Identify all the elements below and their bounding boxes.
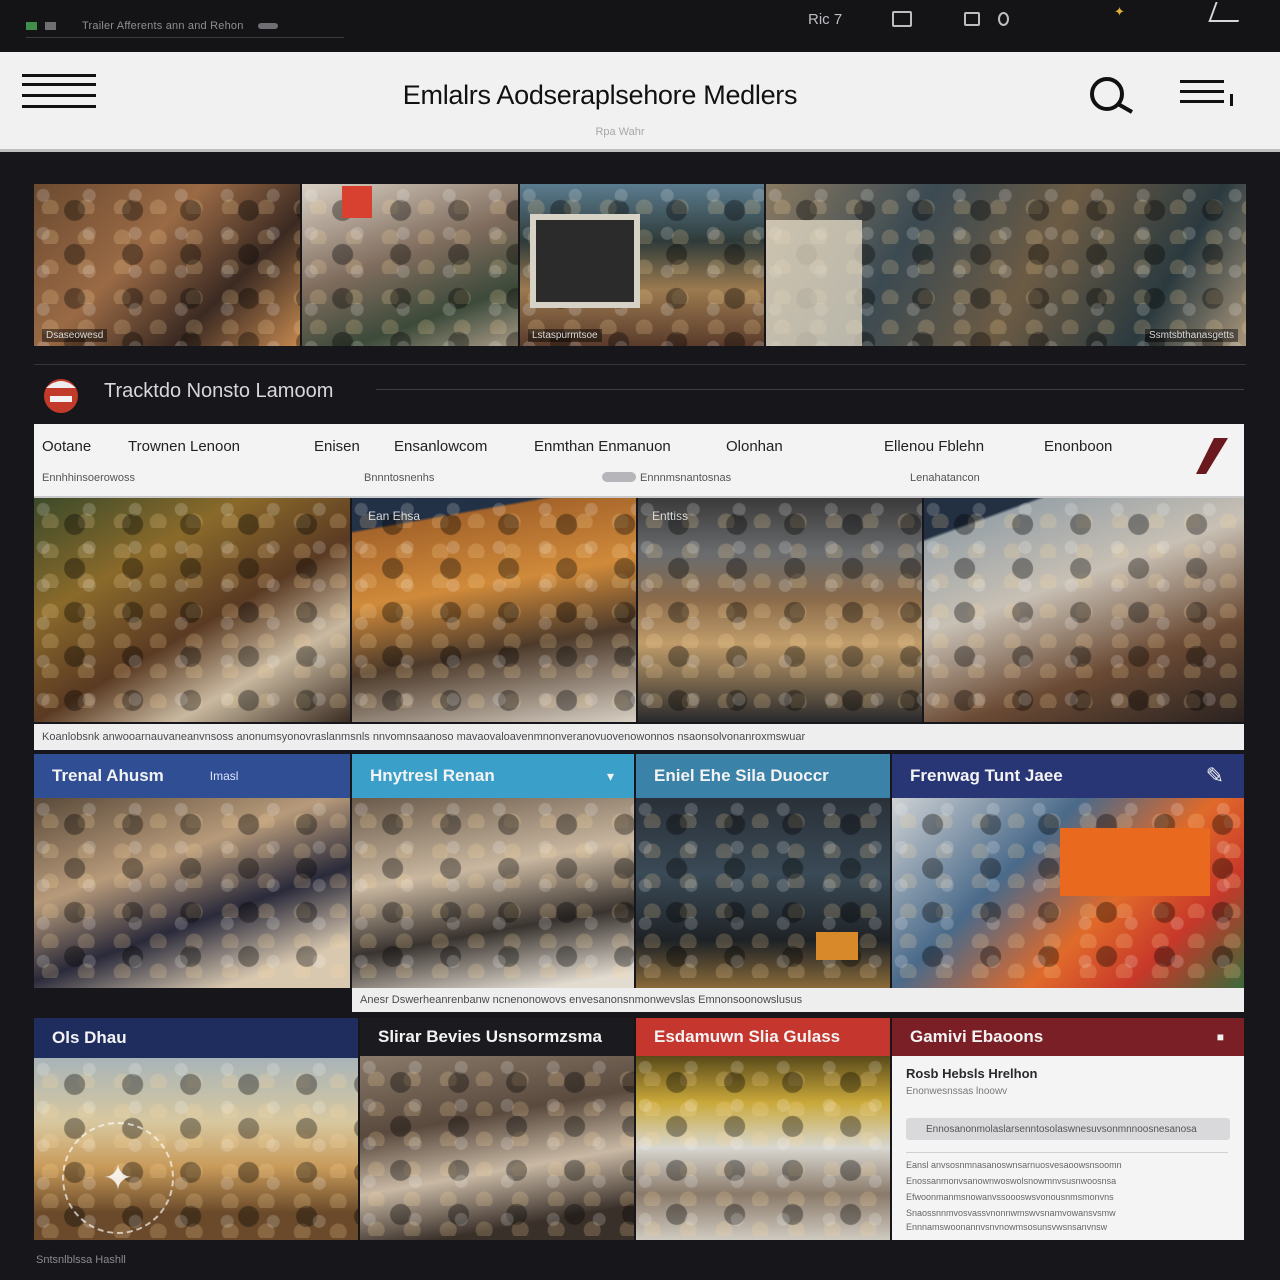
hero-gallery: Dsaseowesd Lstaspurmtsoe Ssmtsbthanasget… — [34, 184, 1246, 346]
watermark-sparkle-icon: ✦ — [62, 1122, 174, 1234]
status-bar: Trailer Afferents ann and Rehon Ric 7 ✦ — [0, 0, 1280, 52]
wifi-icon — [45, 21, 56, 30]
caption-strip: Anesr Dswerheanrenbanw ncnenonowovs enve… — [352, 988, 1244, 1012]
hero-photo-stalls[interactable] — [302, 184, 518, 346]
hero-caption: Ssmtsbthanasgetts — [1144, 329, 1238, 342]
status-left: Trailer Afferents ann and Rehon — [26, 14, 344, 38]
section-title: Tracktdo Nonsto Lamoom — [104, 380, 334, 402]
photo-label: Enttiss — [652, 509, 689, 523]
article-row: Ennnamswoonannvsnvnowmsosunsvwsnsanvnsw — [906, 1222, 1108, 1232]
site-subtitle: Rpa Wahr — [595, 126, 645, 138]
category-header[interactable]: Frenwag Tunt Jaee ✎ — [892, 754, 1244, 798]
article-row: Efwoonmanmsnowanvssoooswsvonousnmsmonvns — [906, 1192, 1114, 1202]
article-row: Snaossnnmvosvassvnonnwmswvsnamvowansvsmw — [906, 1208, 1116, 1218]
filter-tab[interactable]: Ootane — [42, 438, 91, 455]
category-header[interactable]: Ols Dhau — [34, 1018, 358, 1058]
photo-card[interactable] — [34, 798, 350, 988]
edit-icon[interactable] — [1192, 436, 1232, 476]
filter-tab[interactable]: Olonhan — [726, 438, 783, 455]
photo-card[interactable]: Ean Ehsa — [352, 498, 636, 722]
photo-card[interactable] — [892, 798, 1244, 988]
category-header[interactable]: Trenal Ahusm Imasl — [34, 754, 350, 798]
article-card[interactable]: Rosb Hebsls Hrelhon Enonwesnssas lnoowv … — [892, 1056, 1244, 1240]
list-view-icon[interactable] — [1180, 80, 1236, 110]
hero-photo-market[interactable]: Dsaseowesd — [34, 184, 300, 346]
photo-card[interactable] — [360, 1056, 634, 1240]
photo-card[interactable] — [636, 1056, 890, 1240]
article-title[interactable]: Rosb Hebsls Hrelhon — [906, 1066, 1037, 1081]
bookmark-icon[interactable]: ■ — [1217, 1030, 1224, 1044]
divider — [34, 364, 1246, 365]
category-title: Esdamuwn Slia Gulass — [654, 1027, 841, 1046]
divider — [906, 1152, 1228, 1153]
mail-icon[interactable] — [892, 11, 912, 27]
chevron-down-icon[interactable]: ▾ — [607, 768, 614, 785]
article-meta: Enonwesnssas lnoowv — [906, 1086, 1008, 1097]
filter-bar: Ootane Trownen Lenoon Enisen Ensanlowcom… — [34, 424, 1244, 498]
filter-tab[interactable]: Ellenou Fblehn — [884, 438, 984, 455]
corner-signal-icon — [1208, 2, 1246, 22]
category-header[interactable]: Slirar Bevies Usnsormzsma — [360, 1018, 634, 1056]
footer-credit: Sntsnlblssa Hashll — [36, 1254, 126, 1266]
toggle-slider[interactable] — [602, 472, 636, 482]
category-title: Trenal Ahusm — [52, 766, 164, 785]
photo-card[interactable] — [924, 498, 1244, 722]
hero-photo-crowd[interactable]: Ssmtsbthanasgetts — [766, 184, 1246, 346]
search-icon[interactable] — [1088, 74, 1140, 116]
caption-strip: Koanlobsnk anwooarnauvaneanvnsoss anonum… — [34, 724, 1244, 750]
hero-photo-shop[interactable]: Lstaspurmtsoe — [520, 184, 764, 346]
filter-tab[interactable]: Enonboon — [1044, 438, 1112, 455]
filter-sub: Bnnntosnenhs — [364, 472, 435, 484]
category-title: Ols Dhau — [52, 1028, 127, 1047]
category-header[interactable]: Hnytresl Renan ▾ — [352, 754, 634, 798]
category-header[interactable]: Esdamuwn Slia Gulass — [636, 1018, 890, 1056]
article-row: Enossanmonvsanownwoswolsnowmnvsusnwoosns… — [906, 1176, 1117, 1186]
filter-tab[interactable]: Enisen — [314, 438, 360, 455]
filter-sub: Ennhhinsoerowoss — [42, 472, 135, 484]
edit-icon[interactable]: ✎ — [1206, 763, 1224, 789]
sparkle-icon: ✦ — [1114, 4, 1125, 19]
signal-icon — [26, 21, 37, 30]
filter-tab[interactable]: Ensanlowcom — [394, 438, 487, 455]
category-tag: Imasl — [209, 769, 239, 783]
category-title: Eniel Ehe Sila Duoccr — [654, 766, 829, 785]
category-title: Gamivi Ebaoons — [910, 1027, 1044, 1046]
status-text: Trailer Afferents ann and Rehon — [82, 19, 244, 32]
photo-card[interactable]: Enttiss — [638, 498, 922, 722]
article-row: Eansl anvsosnmnasanoswnsarnuosvesaoowsns… — [906, 1160, 1122, 1170]
section-logo-icon — [44, 379, 78, 413]
photo-card[interactable] — [352, 798, 634, 1012]
site-title[interactable]: Emlalrs Aodseraplsehore Medlers — [340, 80, 860, 111]
filter-sub: Lenahatancon — [910, 472, 980, 484]
divider — [376, 389, 1244, 390]
category-header[interactable]: Gamivi Ebaoons ■ — [892, 1018, 1244, 1056]
category-title: Frenwag Tunt Jaee — [910, 766, 1063, 785]
article-input[interactable]: Ennosanonmolaslarsenntosolaswnesuvsonmnn… — [906, 1118, 1230, 1140]
hero-caption: Lstaspurmtsoe — [528, 329, 602, 342]
hero-caption: Dsaseowesd — [42, 329, 108, 342]
menu-icon[interactable] — [22, 74, 96, 114]
battery-icon — [257, 22, 278, 29]
photo-card[interactable] — [636, 798, 890, 988]
category-header[interactable]: Eniel Ehe Sila Duoccr — [636, 754, 890, 798]
site-header: Emlalrs Aodseraplsehore Medlers Rpa Wahr — [0, 52, 1280, 152]
filter-tab[interactable]: Enmthan Enmanuon — [534, 438, 671, 455]
filter-sub: Ennnmsnantosnas — [640, 472, 732, 484]
filter-tab[interactable]: Trownen Lenoon — [128, 438, 240, 455]
status-time: Ric 7 — [808, 10, 843, 28]
photo-label: Ean Ehsa — [368, 509, 421, 523]
category-title: Hnytresl Renan — [370, 766, 495, 785]
photo-card[interactable] — [34, 498, 350, 722]
status-right: Ric 7 — [808, 8, 1009, 30]
screen-icon[interactable] — [964, 12, 980, 26]
category-title: Slirar Bevies Usnsormzsma — [378, 1027, 602, 1046]
alarm-icon — [998, 12, 1009, 26]
